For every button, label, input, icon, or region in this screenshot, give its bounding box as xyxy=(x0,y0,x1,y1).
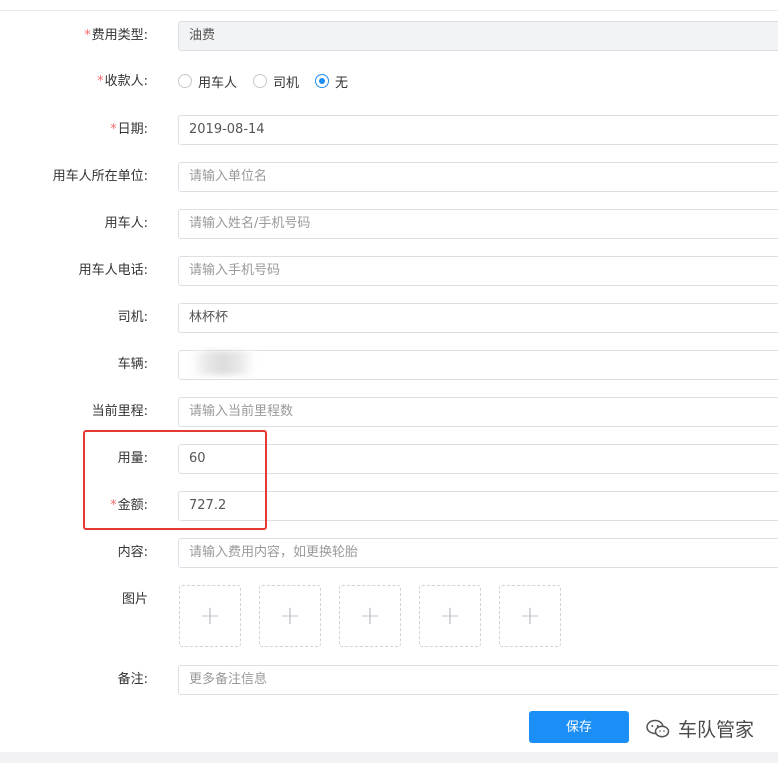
mileage-label: 当前里程: xyxy=(91,404,148,419)
radio-circle-icon xyxy=(253,74,268,88)
payee-label-text: 收款人: xyxy=(104,74,148,89)
image-upload-slot[interactable]: + xyxy=(499,585,561,647)
required-mark: * xyxy=(97,74,104,89)
image-upload-slot[interactable]: + xyxy=(419,585,481,647)
payee-label: *收款人: xyxy=(0,73,148,91)
watermark: 车队管家 xyxy=(646,715,754,742)
org-input[interactable]: 请输入单位名 xyxy=(178,162,778,192)
payee-radio-none-label: 无 xyxy=(335,75,349,91)
images-label: 图片 xyxy=(121,592,148,607)
vehicle-label: 车辆: xyxy=(117,357,148,372)
driver-input[interactable]: 林杯杯 xyxy=(178,303,778,333)
payee-radio-driver-label: 司机 xyxy=(273,75,300,91)
remark-label: 备注: xyxy=(117,672,148,687)
required-mark: * xyxy=(84,28,91,43)
date-field[interactable]: 2019-08-14 xyxy=(178,115,778,145)
content-label: 内容: xyxy=(117,545,148,560)
image-upload-slot[interactable]: + xyxy=(259,585,321,647)
driver-label: 司机: xyxy=(117,310,148,325)
watermark-text: 车队管家 xyxy=(678,719,755,741)
expense-type-field: 油费 xyxy=(178,21,778,51)
expense-type-label: *费用类型: xyxy=(0,27,148,45)
top-divider xyxy=(0,10,778,11)
image-upload-slot[interactable]: + xyxy=(339,585,401,647)
payee-radio-driver[interactable]: 司机 xyxy=(253,72,299,91)
bottom-band xyxy=(0,752,778,763)
content-input[interactable]: 请输入费用内容，如更换轮胎 xyxy=(178,538,778,568)
highlight-box xyxy=(83,430,267,530)
user-label: 用车人: xyxy=(104,216,148,231)
phone-input[interactable]: 请输入手机号码 xyxy=(178,256,778,286)
save-button[interactable]: 保存 xyxy=(529,711,629,743)
required-mark: * xyxy=(110,122,117,137)
payee-radio-none[interactable]: 无 xyxy=(315,72,348,91)
quantity-input[interactable]: 60 xyxy=(178,444,778,474)
radio-circle-icon xyxy=(178,74,192,88)
mileage-input[interactable]: 请输入当前里程数 xyxy=(178,397,778,427)
phone-label: 用车人电话: xyxy=(78,263,148,278)
wechat-icon xyxy=(646,719,670,737)
expense-type-label-text: 费用类型: xyxy=(91,28,148,43)
payee-radio-user[interactable]: 用车人 xyxy=(178,72,237,91)
user-input[interactable]: 请输入姓名/手机号码 xyxy=(178,209,778,239)
amount-input[interactable]: 727.2 xyxy=(178,491,778,521)
remark-input[interactable]: 更多备注信息 xyxy=(178,665,778,695)
date-label-text: 日期: xyxy=(117,122,148,137)
org-label: 用车人所在单位: xyxy=(52,169,148,184)
vehicle-select[interactable] xyxy=(178,350,778,380)
date-label: *日期: xyxy=(0,121,148,139)
image-upload-slot[interactable]: + xyxy=(179,585,241,647)
radio-checked-icon xyxy=(315,74,330,88)
payee-radio-group: 用车人 司机 无 xyxy=(178,72,364,91)
payee-radio-user-label: 用车人 xyxy=(198,75,238,91)
blurred-plate xyxy=(191,351,255,375)
